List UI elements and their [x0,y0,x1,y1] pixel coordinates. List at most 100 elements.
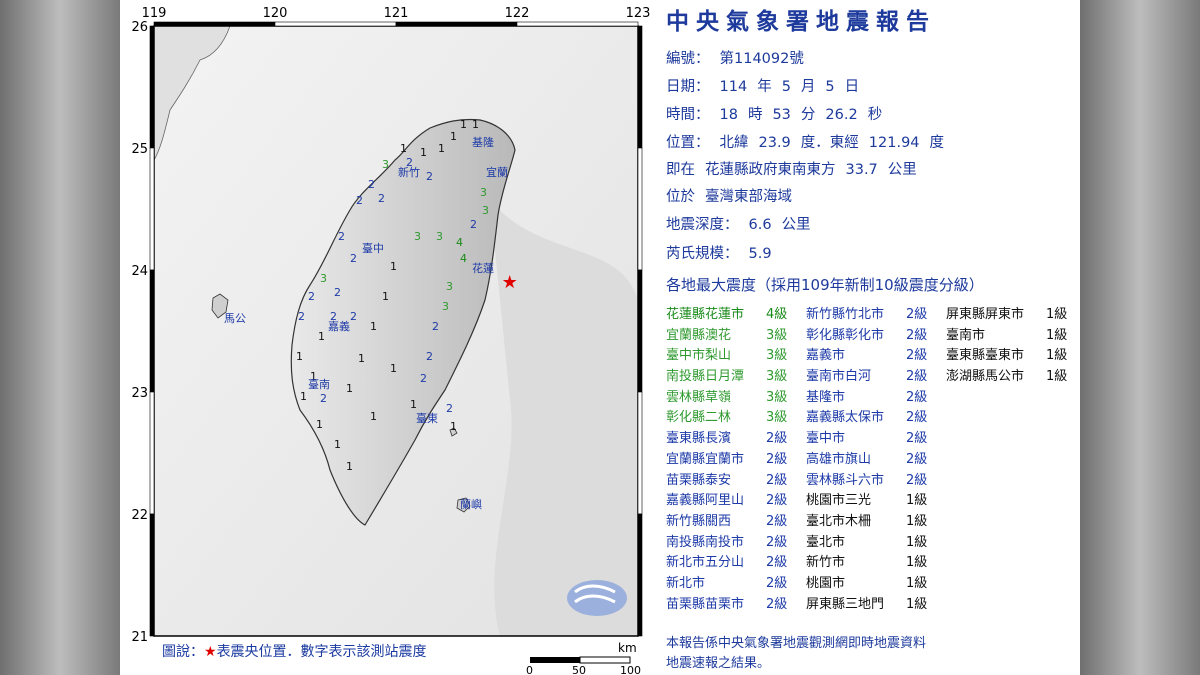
station-name: 臺北市木柵 [806,513,872,529]
station-name: 澎湖縣馬公市 [946,369,1025,385]
city-label: 臺南 [308,377,330,391]
intensity-level: 2級 [766,596,788,612]
station-marker: 1 [460,118,467,131]
report-relative-location: 即在 花蓮縣政府東南東方 33.7 公里 [666,162,917,178]
station-marker: 1 [420,146,427,159]
intensity-row: 彰化縣彰化市 2級 [806,324,942,345]
station-marker: 1 [318,330,325,343]
station-marker: 1 [390,362,397,375]
intensity-row: 南投縣日月潭 3級 [666,365,802,386]
station-marker: 1 [358,352,365,365]
intensity-level: 1級 [906,534,928,550]
station-name: 嘉義市 [806,348,846,364]
intensity-row: 臺東縣臺東市 1級 [946,344,1080,365]
lon-tick-label: 119 [142,6,167,21]
station-marker: 3 [480,186,487,199]
epicenter-star-icon: ★ [502,272,518,293]
city-label: 基隆 [472,135,494,149]
station-marker: 2 [356,194,363,207]
station-marker: 1 [382,290,389,303]
station-marker: 2 [420,372,427,385]
station-marker: 3 [436,230,443,243]
intensity-row: 澎湖縣馬公市 1級 [946,365,1080,386]
lon-tick-label: 121 [384,6,409,21]
scale-tick-50: 50 [572,664,586,675]
intensity-level: 2級 [906,389,928,405]
intensity-row: 嘉義市 2級 [806,344,942,365]
intensity-row: 屏東縣屏東市 1級 [946,303,1080,324]
report-region: 位於 臺灣東部海域 [666,189,792,205]
intensity-level: 2級 [766,472,788,488]
intensity-level: 3級 [766,410,788,426]
station-marker: 4 [456,236,463,249]
station-name: 宜蘭縣宜蘭市 [666,451,745,467]
station-marker: 2 [320,392,327,405]
intensity-level: 3級 [766,369,788,385]
station-marker: 1 [450,420,457,433]
border-segment [149,513,155,637]
earthquake-report: 119 120 121 122 123 26 25 24 23 22 21 111111322222… [120,0,1080,675]
lat-tick-label: 22 [131,508,148,523]
intensity-row: 臺北市 1級 [806,531,942,552]
border-segment [274,21,397,27]
station-marker: 1 [410,398,417,411]
station-marker: 2 [470,218,477,231]
intensity-level: 2級 [906,348,928,364]
intensity-column-2: 新竹縣竹北市 2級 彰化縣彰化市 2級 嘉義市 2級 臺南市白河 2級 基隆市 2級 嘉義縣太保市 2… [806,303,942,613]
intensity-level: 2級 [906,369,928,385]
intensity-level: 1級 [1046,369,1068,385]
intensity-level: 4級 [766,307,788,322]
city-label: 臺中 [362,241,384,255]
intensity-level: 1級 [1046,327,1068,343]
legend-star-icon: ★ [204,644,217,660]
intensity-row: 嘉義縣阿里山 2級 [666,489,802,510]
intensity-row: 新北市五分山 2級 [666,551,802,572]
border-segment [149,391,155,515]
station-name: 基隆市 [806,389,846,405]
station-marker: 2 [334,286,341,299]
intensity-title: 各地最大震度（採用109年新制10級震度分級） [666,276,984,294]
intensity-row: 苗栗縣泰安 2級 [666,469,802,490]
intensity-column-1: 花蓮縣花蓮市 4級 宜蘭縣澳花 3級 臺中市梨山 3級 南投縣日月潭 3級 雲林縣草嶺 3級 彰化縣… [666,303,802,613]
station-marker: 2 [308,290,315,303]
right-blurred-background [1080,0,1200,675]
report-date: 日期： 114 年 5 月 5 日 [666,79,860,95]
station-marker: 2 [446,402,453,415]
intensity-row: 桃園市三光 1級 [806,489,942,510]
station-name: 臺中市 [806,431,846,447]
intensity-row: 新竹縣竹北市 2級 [806,303,942,324]
intensity-row: 臺北市木柵 1級 [806,510,942,531]
intensity-row: 苗栗縣苗栗市 2級 [666,593,802,614]
city-label: 宜蘭 [486,165,508,179]
legend-text: 表震央位置．數字表示該測站震度 [216,644,427,660]
lon-tick-label: 123 [626,6,651,21]
intensity-row: 臺中市梨山 3級 [666,344,802,365]
border-segment [153,21,276,27]
border-segment [637,147,643,271]
scale-tick-0: 0 [526,664,533,675]
station-marker: 1 [450,130,457,143]
report-title: 中央氣象署地震報告 [666,9,936,35]
station-name: 臺南市白河 [806,369,872,385]
border-segment [149,147,155,271]
station-name: 南投縣日月潭 [666,369,745,385]
lat-tick-label: 23 [131,386,148,401]
intensity-level: 2級 [906,431,928,447]
station-marker: 1 [390,260,397,273]
city-label: 蘭嶼 [460,497,482,511]
scale-unit: km [618,641,637,655]
station-marker: 1 [370,320,377,333]
lon-tick-label: 120 [263,6,288,21]
station-name: 屏東縣屏東市 [946,307,1025,322]
station-marker: 1 [346,382,353,395]
station-name: 臺東縣臺東市 [946,348,1025,364]
intensity-level: 1級 [1046,307,1068,322]
station-name: 臺南市 [946,327,986,343]
border-segment [149,269,155,393]
intensity-level: 2級 [766,575,788,591]
city-label: 嘉義 [328,319,350,333]
station-marker: 1 [400,142,407,155]
report-footnote: 本報告係中央氣象署地震觀測網即時地震資料 地震速報之結果。 [666,636,927,671]
intensity-row: 新北市 2級 [666,572,802,593]
station-marker: 1 [300,390,307,403]
